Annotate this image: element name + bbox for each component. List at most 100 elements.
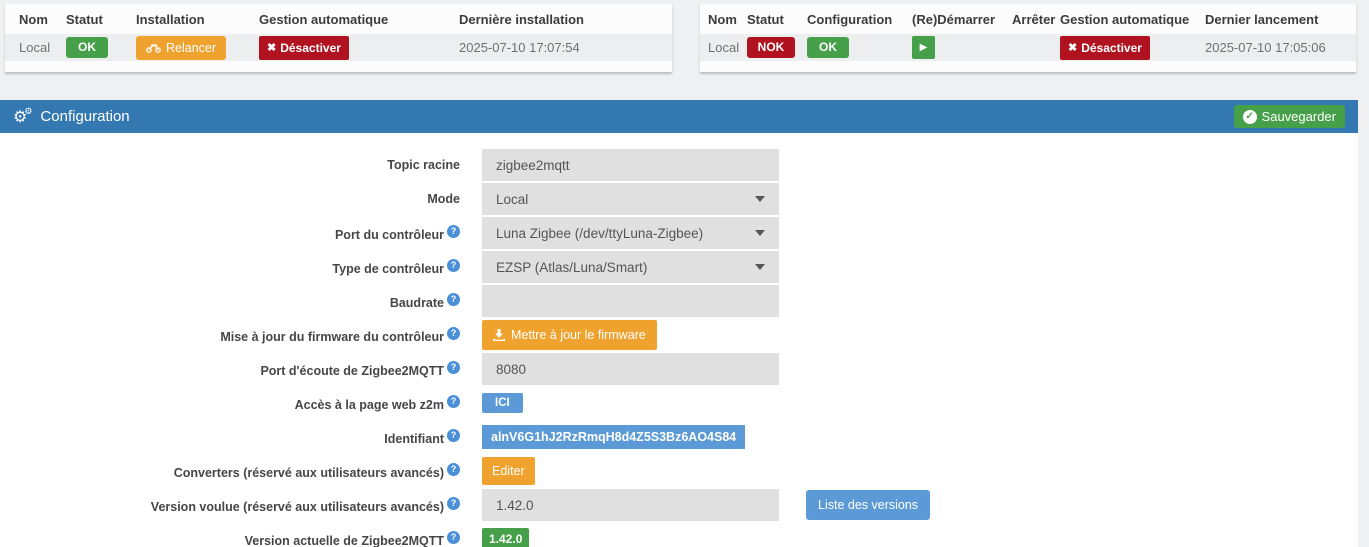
column-header-derniere-installation: Dernière installation [459, 11, 584, 27]
topic-input[interactable] [482, 149, 779, 181]
configuration-form: Topic racine Mode Local Port du contrôle… [0, 133, 1358, 547]
firmware-label: Mise à jour du firmware du contrôleur? [0, 326, 460, 344]
help-icon[interactable]: ? [447, 462, 460, 476]
controller-port-select[interactable]: Luna Zigbee (/dev/ttyLuna-Zigbee) [482, 217, 779, 249]
edit-converters-button[interactable]: Editer [482, 457, 535, 485]
web-access-label: Accès à la page web z2m? [0, 394, 460, 412]
play-icon: ▶ [919, 42, 928, 53]
column-header-configuration: Configuration [807, 11, 893, 27]
listen-port-input[interactable] [482, 353, 779, 385]
close-icon: ✖ [267, 42, 277, 54]
table-row: Local NOK OK ▶ ✖ Désactiver 2025-07-10 1… [700, 34, 1356, 61]
form-row-baudrate: Baudrate? [0, 284, 1358, 318]
form-row-controller-type: Type de contrôleur? EZSP (Atlas/Luna/Sma… [0, 250, 1358, 284]
help-icon[interactable]: ? [447, 224, 460, 238]
form-row-topic: Topic racine [0, 148, 1358, 182]
configuration-panel: ⚙⚙ Configuration ✓ Sauvegarder Topic rac… [0, 100, 1358, 547]
close-icon: ✖ [1068, 42, 1078, 54]
column-header-gestion-automatique: Gestion automatique [1060, 11, 1190, 27]
topic-label: Topic racine [387, 158, 460, 172]
help-icon[interactable]: ? [447, 326, 460, 340]
help-icon[interactable]: ? [447, 530, 460, 544]
daemon-config-cell: OK [807, 34, 912, 61]
help-icon[interactable]: ? [447, 258, 460, 272]
daemon-table-card: Nom Statut Configuration (Re)Démarrer Ar… [700, 4, 1356, 72]
baudrate-input[interactable] [482, 285, 779, 317]
column-header-installation: Installation [136, 11, 205, 27]
form-row-converters: Converters (réservé aux utilisateurs ava… [0, 454, 1358, 488]
status-badge: NOK [747, 37, 795, 58]
form-row-firmware: Mise à jour du firmware du contrôleur? M… [0, 318, 1358, 352]
controller-port-label: Port du contrôleur? [0, 224, 460, 242]
chevron-down-icon [755, 264, 765, 270]
controller-type-select[interactable]: EZSP (Atlas/Luna/Smart) [482, 251, 779, 283]
status-badge: OK [66, 37, 108, 58]
table-row: Local OK Relancer ✖ Désactiver 2025-07-1… [5, 34, 672, 61]
help-icon[interactable]: ? [447, 360, 460, 374]
install-auto-manage-cell: ✖ Désactiver [259, 34, 459, 61]
gears-icon: ⚙⚙ [13, 106, 33, 126]
page-title: Configuration [40, 108, 130, 125]
current-version-label: Version actuelle de Zigbee2MQTT? [0, 530, 460, 547]
column-header-arreter: Arrêter [1012, 11, 1056, 27]
form-row-identifier: Identifiant? alnV6G1hJ2RzRmqH8d4Z5S3Bz6A… [0, 420, 1358, 454]
version-list-button[interactable]: Liste des versions [806, 490, 931, 520]
column-header-statut: Statut [66, 11, 103, 27]
form-row-controller-port: Port du contrôleur? Luna Zigbee (/dev/tt… [0, 216, 1358, 250]
chevron-down-icon [755, 196, 765, 202]
motorcycle-icon [146, 43, 161, 53]
help-icon[interactable]: ? [447, 292, 460, 306]
installation-table-card: Nom Statut Installation Gestion automati… [5, 4, 672, 72]
wanted-version-label: Version voulue (réservé aux utilisateurs… [0, 496, 460, 514]
daemon-name-cell: Local [708, 40, 740, 55]
form-row-current-version: Version actuelle de Zigbee2MQTT? 1.42.0 [0, 522, 1358, 547]
column-header-nom: Nom [708, 11, 737, 27]
wanted-version-input[interactable] [482, 489, 779, 521]
configuration-panel-header: ⚙⚙ Configuration ✓ Sauvegarder [0, 100, 1358, 133]
open-z2m-web-button[interactable]: ICI [482, 393, 523, 413]
daemon-table: Nom Statut Configuration (Re)Démarrer Ar… [700, 4, 1356, 61]
install-action-cell: Relancer [136, 34, 259, 61]
daemon-stop-cell [1012, 34, 1060, 61]
form-row-wanted-version: Version voulue (réservé aux utilisateurs… [0, 488, 1358, 522]
restart-daemon-button[interactable]: ▶ [912, 36, 935, 59]
identifier-label: Identifiant? [0, 428, 460, 446]
help-icon[interactable]: ? [447, 496, 460, 510]
column-header-statut: Statut [747, 11, 784, 27]
converters-label: Converters (réservé aux utilisateurs ava… [0, 462, 460, 480]
check-circle-icon: ✓ [1242, 109, 1257, 124]
disable-auto-manage-button[interactable]: ✖ Désactiver [259, 35, 349, 60]
mode-select[interactable]: Local [482, 183, 779, 215]
daemon-status-cell: NOK [747, 34, 807, 61]
baudrate-label: Baudrate? [0, 292, 460, 310]
form-row-mode: Mode Local [0, 182, 1358, 216]
help-icon[interactable]: ? [447, 394, 460, 408]
help-icon[interactable]: ? [447, 428, 460, 442]
mode-label: Mode [427, 192, 460, 206]
download-icon [493, 329, 505, 341]
disable-auto-manage-button[interactable]: ✖ Désactiver [1060, 35, 1150, 60]
listen-port-label: Port d'écoute de Zigbee2MQTT? [0, 360, 460, 378]
column-header-gestion-automatique: Gestion automatique [259, 11, 389, 27]
install-name-cell: Local [19, 40, 51, 55]
column-header-nom: Nom [19, 11, 48, 27]
column-header-dernier-lancement: Dernier lancement [1205, 11, 1319, 27]
last-install-date: 2025-07-10 17:07:54 [459, 40, 580, 55]
identifier-value-badge: alnV6G1hJ2RzRmqH8d4Z5S3Bz6AO4S84 [482, 425, 746, 449]
save-button[interactable]: ✓ Sauvegarder [1233, 105, 1345, 128]
form-row-listen-port: Port d'écoute de Zigbee2MQTT? [0, 352, 1358, 386]
controller-type-label: Type de contrôleur? [0, 258, 460, 276]
last-launch-date: 2025-07-10 17:05:06 [1205, 40, 1326, 55]
current-version-badge: 1.42.0 [482, 528, 530, 547]
column-header-redemarrer: (Re)Démarrer [912, 11, 996, 27]
relaunch-install-button[interactable]: Relancer [136, 35, 227, 60]
daemon-auto-manage-cell: ✖ Désactiver [1060, 34, 1205, 61]
update-firmware-button[interactable]: Mettre à jour le firmware [482, 320, 657, 350]
form-row-web-access: Accès à la page web z2m? ICI [0, 386, 1358, 420]
status-section: Nom Statut Installation Gestion automati… [0, 0, 1369, 72]
chevron-down-icon [755, 230, 765, 236]
config-status-badge: OK [807, 37, 849, 58]
install-status-cell: OK [66, 34, 136, 61]
installation-table: Nom Statut Installation Gestion automati… [5, 4, 672, 61]
daemon-restart-cell: ▶ [912, 34, 1012, 61]
